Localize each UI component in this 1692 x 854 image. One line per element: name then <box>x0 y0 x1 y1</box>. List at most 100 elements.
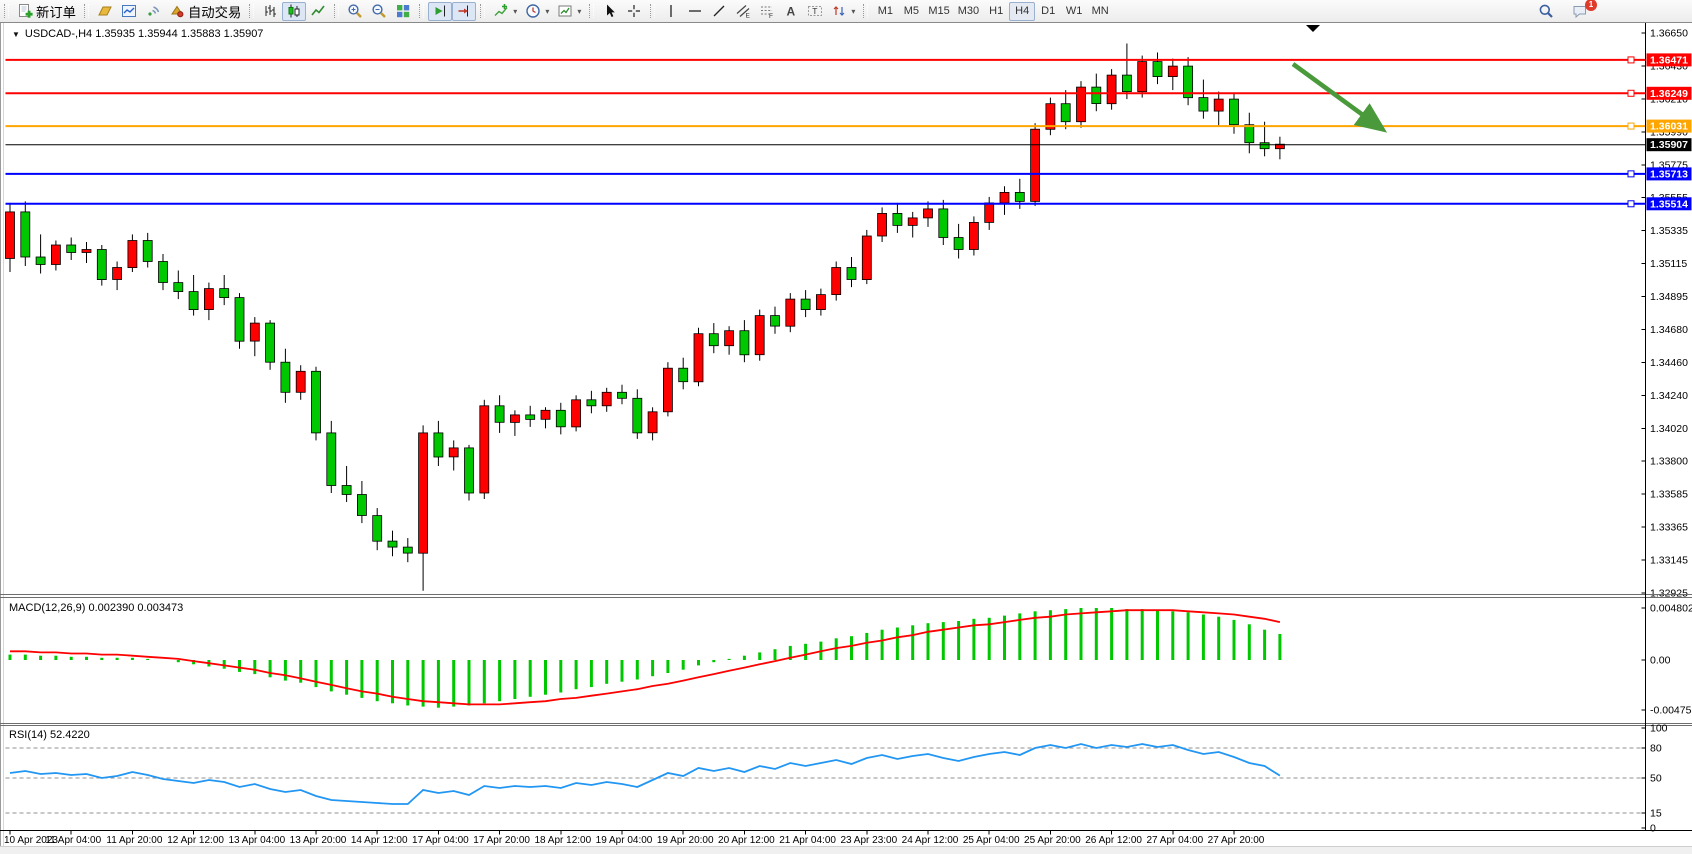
candle-body <box>296 371 305 392</box>
candle-body <box>816 295 825 310</box>
candle-body <box>480 406 489 493</box>
candle-body <box>342 486 351 495</box>
candle-body <box>1168 66 1177 77</box>
periods-icon <box>525 3 541 19</box>
text-icon: A <box>783 3 799 19</box>
templates-button[interactable]: ▾ <box>553 2 585 21</box>
text-button[interactable]: A <box>779 2 803 21</box>
candle-body <box>985 203 994 223</box>
price-tag-label: 1.36471 <box>1650 54 1688 66</box>
rsi-tick-label: 0 <box>1650 823 1656 835</box>
cursor-icon <box>602 3 618 19</box>
zoom-out-button[interactable] <box>367 2 391 21</box>
candle-body <box>526 415 535 420</box>
notifications-button[interactable]: 1 <box>1568 2 1592 21</box>
candle-body <box>541 410 550 419</box>
tf-button-H1[interactable]: H1 <box>983 2 1009 21</box>
chart-shift-button[interactable] <box>452 2 476 21</box>
price-tick-label: 1.34020 <box>1650 423 1688 435</box>
candle-body <box>755 316 764 355</box>
horizontal-line-button[interactable] <box>683 2 707 21</box>
signals-button[interactable] <box>141 2 165 21</box>
market-watch-button[interactable] <box>117 2 141 21</box>
rsi-tick-label: 80 <box>1650 743 1662 755</box>
vertical-line-button[interactable] <box>659 2 683 21</box>
search-button[interactable] <box>1534 2 1558 21</box>
candle-body <box>510 415 519 423</box>
date-tick-label: 25 Apr 20:00 <box>1024 835 1081 846</box>
candle-body <box>618 392 627 398</box>
auto-scroll-button[interactable] <box>428 2 452 21</box>
fibonacci-button[interactable]: F <box>755 2 779 21</box>
auto-trading-button[interactable]: 自动交易 <box>165 2 245 21</box>
candle-body <box>1230 99 1239 125</box>
price-tick-label: 1.33585 <box>1650 489 1688 501</box>
line-handle[interactable] <box>1628 90 1634 96</box>
candle-body <box>939 209 948 238</box>
text-label-icon: T <box>807 3 823 19</box>
macd-label: MACD(12,26,9) 0.002390 0.003473 <box>9 602 183 614</box>
candle-body <box>908 218 917 226</box>
tf-button-MN[interactable]: MN <box>1087 2 1113 21</box>
candle-body <box>1107 75 1116 104</box>
trendline-button[interactable] <box>707 2 731 21</box>
zoom-in-icon <box>347 3 363 19</box>
tf-button-M30[interactable]: M30 <box>954 2 983 21</box>
equidistant-channel-button[interactable]: E <box>731 2 755 21</box>
price-tick-label: 1.33365 <box>1650 522 1688 534</box>
crosshair-button[interactable] <box>622 2 646 21</box>
tf-button-M15[interactable]: M15 <box>924 2 953 21</box>
arrows-icon <box>831 3 847 19</box>
candle-body <box>1214 99 1223 111</box>
new-order-button[interactable]: 新订单 <box>13 2 80 21</box>
tf-button-H4[interactable]: H4 <box>1009 2 1035 21</box>
candle-body <box>235 298 244 342</box>
toolbar-grip <box>84 4 89 18</box>
arrows-button[interactable]: ▾ <box>827 2 859 21</box>
bar-chart-button[interactable] <box>258 2 282 21</box>
line-handle[interactable] <box>1628 57 1634 63</box>
macd-tick-label: 0.004802 <box>1650 603 1692 615</box>
candle-body <box>771 316 780 327</box>
indicators-button[interactable]: ▾ <box>489 2 521 21</box>
svg-text:F: F <box>769 13 773 19</box>
candle-body <box>36 257 45 265</box>
auto-trading-icon <box>169 3 185 19</box>
signals-icon <box>145 3 161 19</box>
candle-body <box>587 400 596 406</box>
tf-button-M1[interactable]: M1 <box>872 2 898 21</box>
date-tick-label: 25 Apr 04:00 <box>963 835 1020 846</box>
cursor-button[interactable] <box>598 2 622 21</box>
candle-body <box>174 283 183 292</box>
candle-body <box>281 362 290 392</box>
tf-button-D1[interactable]: D1 <box>1035 2 1061 21</box>
tf-button-W1[interactable]: W1 <box>1061 2 1087 21</box>
tf-button-M5[interactable]: M5 <box>898 2 924 21</box>
line-handle[interactable] <box>1628 171 1634 177</box>
candle-body <box>878 213 887 236</box>
price-tag-label: 1.35514 <box>1650 198 1688 210</box>
charts-button[interactable] <box>93 2 117 21</box>
text-label-button[interactable]: T <box>803 2 827 21</box>
new-order-icon <box>17 3 33 19</box>
tile-windows-button[interactable] <box>391 2 415 21</box>
fibonacci-icon: F <box>759 3 775 19</box>
svg-text:E: E <box>746 13 751 20</box>
zoom-in-button[interactable] <box>343 2 367 21</box>
line-handle[interactable] <box>1628 201 1634 207</box>
price-tick-label: 1.36650 <box>1650 28 1688 40</box>
date-tick-label: 27 Apr 20:00 <box>1208 835 1265 846</box>
candlestick-chart-button[interactable] <box>282 2 306 21</box>
line-handle[interactable] <box>1628 123 1634 129</box>
candle-body <box>572 400 581 427</box>
candle-body <box>128 241 137 268</box>
symbol-dropdown-icon[interactable]: ▼ <box>12 30 20 39</box>
periods-button[interactable]: ▾ <box>521 2 553 21</box>
candle-body <box>633 398 642 433</box>
line-chart-button[interactable] <box>306 2 330 21</box>
chart-canvas[interactable]: 1.366501.364301.362101.359901.357751.355… <box>0 22 1692 846</box>
candle-body <box>847 268 856 280</box>
candle-body <box>1015 192 1024 201</box>
candle-body <box>51 245 60 265</box>
chevron-down-icon: ▾ <box>577 7 581 16</box>
